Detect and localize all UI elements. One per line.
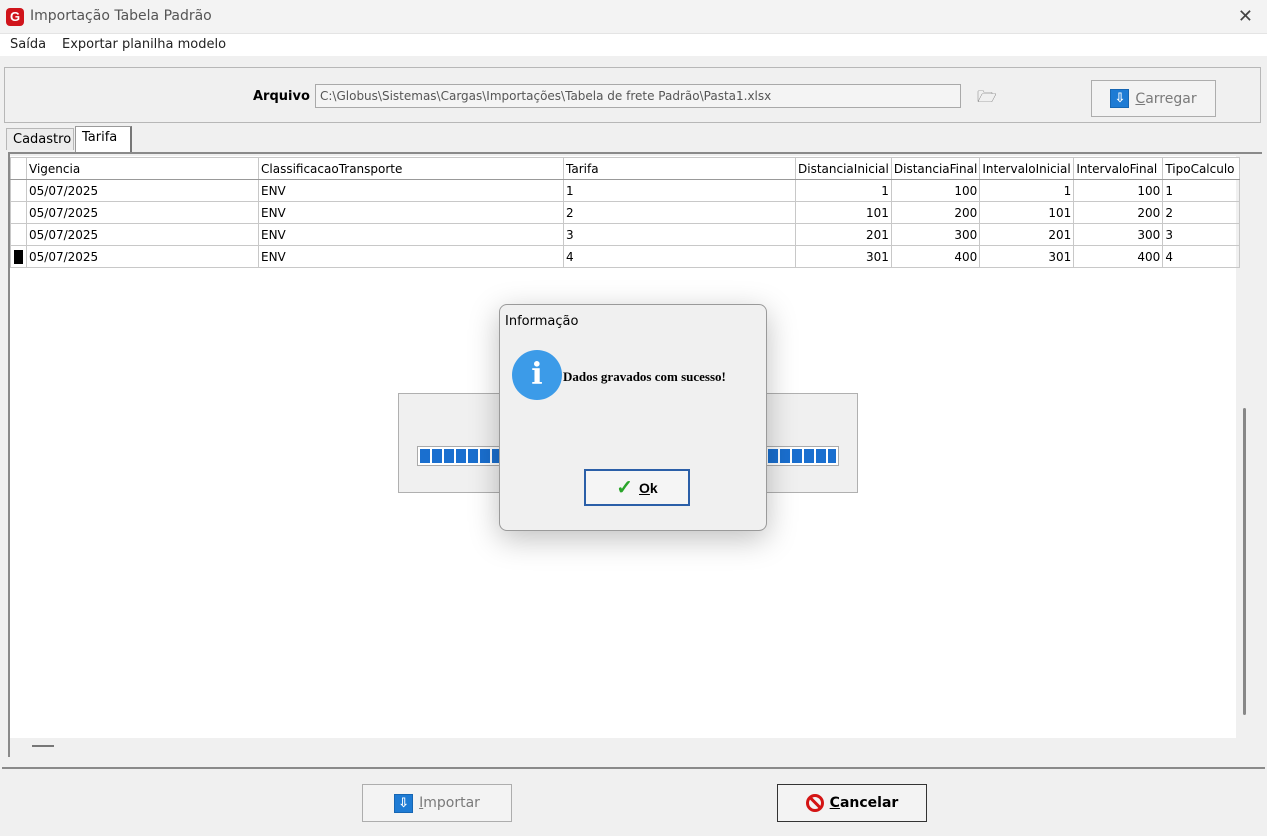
dialog-title: Informação	[505, 314, 579, 329]
menu-item-saida[interactable]: Saída	[10, 37, 46, 52]
table-cell[interactable]: 05/07/2025	[26, 179, 259, 202]
folder-open-icon[interactable]: 🗁	[977, 86, 997, 113]
table-cell[interactable]: 400	[1073, 245, 1164, 268]
ok-button[interactable]: ✓ Ok	[584, 469, 690, 506]
column-header[interactable]: IntervaloFinal	[1073, 157, 1164, 180]
column-header[interactable]: IntervaloInicial	[979, 157, 1075, 180]
column-header[interactable]: Vigencia	[26, 157, 259, 180]
window-title: Importação Tabela Padrão	[30, 8, 212, 24]
table-cell[interactable]: 1	[563, 179, 796, 202]
close-icon[interactable]: ✕	[1238, 6, 1253, 27]
importar-label: Importar	[419, 795, 480, 811]
table-cell[interactable]: 05/07/2025	[26, 223, 259, 246]
tab-tarifa[interactable]: Tarifa	[75, 126, 132, 152]
ok-label: Ok	[639, 479, 658, 496]
arquivo-label: Arquivo	[253, 89, 310, 104]
table-cell[interactable]: 4	[563, 245, 796, 268]
table-cell[interactable]: 2	[563, 201, 796, 224]
cancel-icon	[805, 794, 824, 812]
vertical-scrollbar[interactable]	[1243, 408, 1246, 715]
info-icon: i	[512, 350, 562, 400]
table-cell[interactable]: 1	[979, 179, 1075, 202]
table-cell[interactable]: ENV	[258, 223, 564, 246]
table-cell[interactable]: ENV	[258, 179, 564, 202]
title-bar: G Importação Tabela Padrão ✕	[0, 0, 1267, 34]
import-icon: ⇩	[394, 793, 414, 813]
table-cell[interactable]: 100	[1073, 179, 1164, 202]
row-indicator[interactable]	[10, 201, 27, 224]
table-cell[interactable]: 3	[563, 223, 796, 246]
table-cell[interactable]: 300	[1073, 223, 1164, 246]
check-icon: ✓	[616, 477, 634, 499]
bottom-panel	[2, 767, 1265, 834]
column-header[interactable]: DistanciaFinal	[890, 157, 981, 180]
tarifa-grid[interactable]: Vigencia ClassificacaoTransporte Tarifa …	[10, 157, 1241, 268]
table-cell[interactable]: 2	[1162, 201, 1241, 224]
cancelar-label: Cancelar	[829, 795, 899, 811]
importar-button[interactable]: ⇩ Importar	[362, 784, 512, 822]
column-header[interactable]: TipoCalculo	[1162, 157, 1241, 180]
current-row-marker-icon	[14, 249, 23, 264]
table-cell[interactable]: ENV	[258, 201, 564, 224]
grid-header-row: Vigencia ClassificacaoTransporte Tarifa …	[10, 157, 1241, 180]
table-cell[interactable]: 05/07/2025	[26, 201, 259, 224]
table-row[interactable]: 05/07/2025 ENV 4 301 400 301 400 4	[10, 245, 1241, 268]
table-cell[interactable]: 05/07/2025	[26, 245, 259, 268]
tab-cadastro[interactable]: Cadastro	[6, 128, 74, 150]
column-header[interactable]: ClassificacaoTransporte	[258, 157, 564, 180]
table-cell[interactable]: 200	[1073, 201, 1164, 224]
table-cell[interactable]: 3	[1162, 223, 1241, 246]
table-cell[interactable]: 400	[890, 245, 981, 268]
table-cell[interactable]: 301	[795, 245, 892, 268]
row-indicator[interactable]	[10, 245, 27, 268]
table-cell[interactable]: 101	[795, 201, 892, 224]
table-cell[interactable]: 101	[979, 201, 1075, 224]
table-cell[interactable]: 4	[1162, 245, 1241, 268]
cancelar-button[interactable]: Cancelar	[777, 784, 927, 822]
table-cell[interactable]: 201	[979, 223, 1075, 246]
table-cell[interactable]: 300	[890, 223, 981, 246]
row-indicator-header	[10, 157, 27, 180]
table-row[interactable]: 05/07/2025 ENV 2 101 200 101 200 2	[10, 201, 1241, 224]
table-cell[interactable]: 1	[795, 179, 892, 202]
row-indicator[interactable]	[10, 223, 27, 246]
download-icon: ⇩	[1110, 89, 1130, 108]
table-cell[interactable]: ENV	[258, 245, 564, 268]
column-header[interactable]: DistanciaInicial	[795, 157, 892, 180]
table-cell[interactable]: 301	[979, 245, 1075, 268]
info-dialog: Informação i Dados gravados com sucesso!…	[499, 304, 767, 531]
carregar-label: Carregar	[1135, 90, 1197, 107]
table-cell[interactable]: 200	[890, 201, 981, 224]
row-indicator[interactable]	[10, 179, 27, 202]
carregar-button[interactable]: ⇩ Carregar	[1091, 80, 1216, 117]
dialog-message: Dados gravados com sucesso!	[563, 369, 726, 384]
table-row[interactable]: 05/07/2025 ENV 1 1 100 1 100 1	[10, 179, 1241, 202]
column-header[interactable]: Tarifa	[563, 157, 796, 180]
app-logo-icon: G	[6, 8, 24, 26]
horizontal-scrollbar[interactable]	[32, 745, 54, 747]
menu-item-exportar-planilha[interactable]: Exportar planilha modelo	[62, 37, 226, 52]
table-cell[interactable]: 100	[890, 179, 981, 202]
table-cell[interactable]: 201	[795, 223, 892, 246]
file-selection-panel: Arquivo 🗁 ⇩ Carregar	[4, 67, 1261, 123]
table-row[interactable]: 05/07/2025 ENV 3 201 300 201 300 3	[10, 223, 1241, 246]
arquivo-path-input[interactable]	[315, 84, 961, 108]
table-cell[interactable]: 1	[1162, 179, 1241, 202]
menu-bar: Saída Exportar planilha modelo	[0, 34, 1267, 56]
